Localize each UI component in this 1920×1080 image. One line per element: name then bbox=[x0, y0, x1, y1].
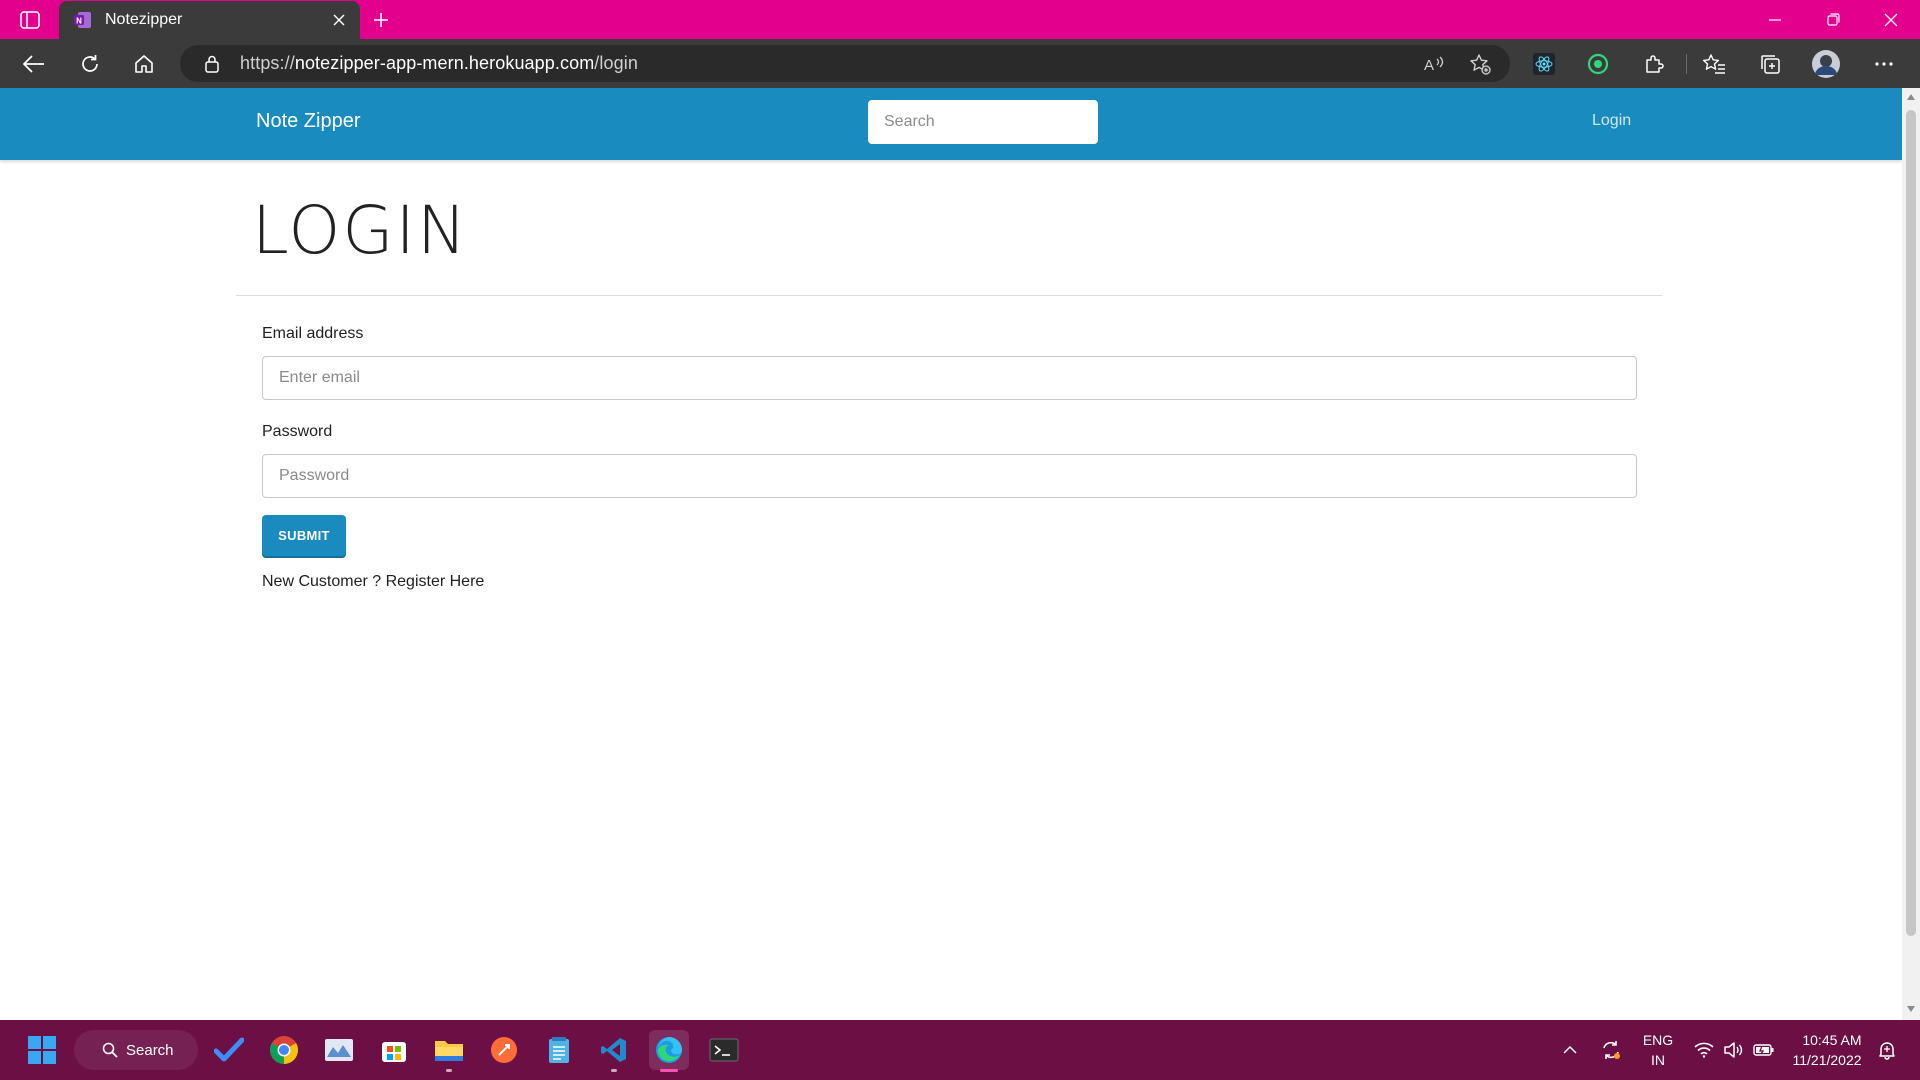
running-indicator bbox=[446, 1069, 452, 1072]
page-scrollbar[interactable] bbox=[1902, 88, 1920, 1020]
windows-taskbar: Search ENG IN 10:45 AM 11/21/2022 bbox=[0, 1020, 1920, 1080]
region-code: IN bbox=[1651, 1052, 1665, 1068]
todo-app-icon[interactable] bbox=[209, 1030, 249, 1070]
extensions-puzzle-icon[interactable] bbox=[1636, 46, 1672, 82]
photos-app-icon[interactable] bbox=[319, 1030, 359, 1070]
submit-button[interactable]: SUBMIT bbox=[262, 515, 346, 556]
onenote-favicon-icon: N bbox=[73, 10, 93, 30]
page-title: LOGIN bbox=[252, 192, 469, 269]
terminal-icon[interactable] bbox=[704, 1030, 744, 1070]
clock-date: 11/21/2022 bbox=[1792, 1052, 1862, 1068]
brand-link[interactable]: Note Zipper bbox=[256, 110, 361, 133]
microsoft-store-icon[interactable] bbox=[374, 1030, 414, 1070]
site-navbar: Note Zipper Login bbox=[0, 88, 1902, 160]
profile-avatar[interactable] bbox=[1808, 46, 1844, 82]
svg-text:A: A bbox=[1424, 57, 1434, 73]
browser-tab-active[interactable]: N Notezipper bbox=[59, 1, 360, 39]
browser-tab-strip: N Notezipper bbox=[0, 0, 1920, 39]
close-window-icon[interactable] bbox=[1862, 0, 1920, 39]
page-viewport: Note Zipper Login LOGIN Email address Pa… bbox=[0, 88, 1902, 1020]
email-field[interactable] bbox=[262, 356, 1637, 400]
language-indicator[interactable]: ENG IN bbox=[1636, 1020, 1680, 1080]
sync-icon[interactable] bbox=[1596, 1020, 1626, 1080]
heading-divider bbox=[236, 295, 1662, 296]
home-icon[interactable] bbox=[126, 46, 162, 82]
taskbar-search-label: Search bbox=[126, 1041, 174, 1059]
tab-actions-icon[interactable] bbox=[14, 7, 46, 33]
taskbar-search[interactable]: Search bbox=[74, 1030, 198, 1070]
running-indicator bbox=[611, 1069, 617, 1072]
active-indicator bbox=[660, 1069, 678, 1072]
url-text[interactable]: https://notezipper-app-mern.herokuapp.co… bbox=[240, 53, 638, 74]
navbar-login-link[interactable]: Login bbox=[1592, 112, 1631, 130]
password-field[interactable] bbox=[262, 454, 1637, 498]
address-bar[interactable]: https://notezipper-app-mern.herokuapp.co… bbox=[180, 45, 1510, 82]
login-form: Email address Password SUBMIT New Custom… bbox=[262, 325, 1637, 591]
minimize-icon[interactable] bbox=[1746, 0, 1804, 39]
navbar-search-input[interactable] bbox=[868, 100, 1098, 144]
scroll-down-arrow-icon[interactable] bbox=[1907, 1006, 1915, 1012]
back-arrow-icon[interactable] bbox=[16, 46, 52, 82]
edge-browser-icon[interactable] bbox=[649, 1030, 689, 1072]
password-label: Password bbox=[262, 423, 333, 440]
read-aloud-icon[interactable]: A bbox=[1416, 46, 1452, 82]
refresh-icon[interactable] bbox=[72, 46, 108, 82]
collections-icon[interactable] bbox=[1752, 46, 1788, 82]
search-icon bbox=[102, 1042, 118, 1058]
chrome-icon[interactable] bbox=[264, 1030, 304, 1070]
notepad-icon[interactable] bbox=[539, 1030, 579, 1070]
system-clock[interactable]: 10:45 AM 11/21/2022 bbox=[1786, 1020, 1868, 1080]
tab-title: Notezipper bbox=[105, 11, 183, 28]
show-hidden-icons[interactable] bbox=[1558, 1020, 1582, 1080]
tab-close-icon[interactable] bbox=[322, 3, 356, 37]
register-prefix: New Customer ? bbox=[262, 573, 386, 590]
battery-icon[interactable] bbox=[1750, 1020, 1778, 1080]
add-favorite-icon[interactable] bbox=[1462, 46, 1498, 82]
scroll-up-arrow-icon[interactable] bbox=[1907, 94, 1915, 100]
volume-icon[interactable] bbox=[1720, 1020, 1746, 1080]
email-label: Email address bbox=[262, 325, 364, 342]
svg-text:N: N bbox=[76, 17, 82, 26]
browser-toolbar: https://notezipper-app-mern.herokuapp.co… bbox=[0, 39, 1920, 88]
file-explorer-icon[interactable] bbox=[429, 1030, 469, 1072]
more-options-icon[interactable] bbox=[1866, 46, 1902, 82]
vscode-icon[interactable] bbox=[594, 1030, 634, 1072]
postman-icon[interactable] bbox=[484, 1030, 524, 1070]
toolbar-separator bbox=[1686, 54, 1687, 74]
language-code: ENG bbox=[1642, 1032, 1674, 1048]
windows-start-icon[interactable] bbox=[22, 1030, 62, 1070]
register-link[interactable]: Register Here bbox=[386, 573, 485, 590]
react-devtools-icon[interactable] bbox=[1526, 46, 1562, 82]
register-row: New Customer ? Register Here bbox=[262, 573, 1637, 591]
restore-icon[interactable] bbox=[1804, 0, 1862, 39]
new-tab-icon[interactable] bbox=[365, 4, 397, 36]
scrollbar-thumb[interactable] bbox=[1906, 110, 1916, 936]
wifi-icon[interactable] bbox=[1690, 1020, 1718, 1080]
favorites-icon[interactable] bbox=[1696, 46, 1732, 82]
email-group: Email address bbox=[262, 325, 1637, 400]
lock-icon[interactable] bbox=[202, 54, 222, 74]
notification-icon[interactable] bbox=[1874, 1020, 1900, 1080]
password-group: Password bbox=[262, 423, 1637, 498]
clock-time: 10:45 AM bbox=[1802, 1032, 1862, 1048]
extension-green-icon[interactable] bbox=[1580, 46, 1616, 82]
